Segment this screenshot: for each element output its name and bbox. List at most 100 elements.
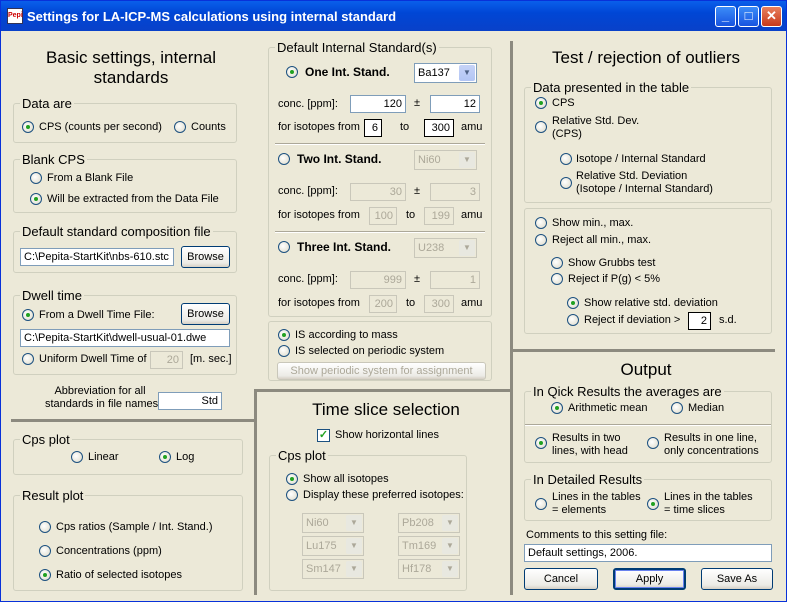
window-title: Settings for LA-ICP-MS calculations usin…	[27, 9, 397, 24]
chevron-down-icon[interactable]: ▼	[346, 561, 362, 577]
detailed-results-group: In Detailed Results Lines in the tables …	[524, 472, 772, 521]
median-label: Median	[688, 402, 725, 414]
iso-is-radio[interactable]	[560, 153, 572, 165]
cps-linear-radio[interactable]	[71, 451, 83, 463]
std-file-browse-button[interactable]: Browse	[181, 246, 230, 268]
one-from-input[interactable]: 6	[364, 119, 382, 137]
one-element-select[interactable]: Ba137 ▼	[414, 63, 477, 83]
three-conc-label: conc. [ppm]:	[278, 273, 338, 285]
chevron-down-icon[interactable]: ▼	[346, 515, 362, 531]
blank-file-radio[interactable]	[30, 172, 42, 184]
chevron-down-icon[interactable]: ▼	[459, 240, 475, 256]
three-conc-input[interactable]: 999	[350, 271, 406, 289]
is-periodic-radio[interactable]	[278, 345, 290, 357]
dwell-file-label: From a Dwell Time File:	[39, 309, 155, 321]
blank-extracted-radio[interactable]	[30, 193, 42, 205]
chevron-down-icon[interactable]: ▼	[459, 152, 475, 168]
isotope-select[interactable]: Tm169 ▼	[398, 536, 460, 556]
dwell-file-radio[interactable]	[22, 309, 34, 321]
is-mass-radio[interactable]	[278, 329, 290, 341]
three-from-input[interactable]: 200	[369, 295, 397, 313]
display-preferred-radio[interactable]	[286, 489, 298, 501]
minimize-button[interactable]: _	[715, 6, 736, 27]
show-rsd-radio[interactable]	[567, 297, 579, 309]
three-err-input[interactable]: 1	[430, 271, 480, 289]
close-button[interactable]: ✕	[761, 6, 782, 27]
deviation-input[interactable]: 2	[688, 312, 711, 330]
isotope-select[interactable]: Hf178 ▼	[398, 559, 460, 579]
two-lines-radio[interactable]	[535, 437, 547, 449]
std-file-input[interactable]: C:\Pepita-StartKit\nbs-610.stc	[20, 248, 174, 266]
is-mass-label: IS according to mass	[295, 329, 398, 341]
counts-radio[interactable]	[174, 121, 186, 133]
chevron-down-icon[interactable]: ▼	[346, 538, 362, 554]
two-err-input[interactable]: 3	[430, 183, 480, 201]
one-to-input[interactable]: 300	[424, 119, 454, 137]
two-element-select[interactable]: Ni60 ▼	[414, 150, 477, 170]
arithmetic-mean-radio[interactable]	[551, 402, 563, 414]
show-lines-checkbox[interactable]: ✓	[317, 429, 330, 442]
cps-radio[interactable]	[22, 121, 34, 133]
isotope-select[interactable]: Sm147 ▼	[302, 559, 364, 579]
isotope-select[interactable]: Pb208 ▼	[398, 513, 460, 533]
uniform-dwell-radio[interactable]	[22, 353, 34, 365]
grubbs-radio[interactable]	[551, 257, 563, 269]
show-periodic-button[interactable]: Show periodic system for assignment	[277, 362, 486, 380]
two-conc-input[interactable]: 30	[350, 183, 406, 201]
counts-label: Counts	[191, 121, 226, 133]
rsd-iso-radio[interactable]	[560, 177, 572, 189]
cps-plot-group: Cps plot Linear Log	[13, 432, 243, 475]
one-conc-input[interactable]: 120	[350, 95, 406, 113]
three-element-select[interactable]: U238 ▼	[414, 238, 477, 258]
one-err-input[interactable]: 12	[430, 95, 480, 113]
two-to-input[interactable]: 199	[424, 207, 454, 225]
show-minmax-radio[interactable]	[535, 217, 547, 229]
chevron-down-icon[interactable]: ▼	[442, 561, 458, 577]
divider	[275, 143, 485, 145]
chevron-down-icon[interactable]: ▼	[442, 515, 458, 531]
one-line-radio[interactable]	[647, 437, 659, 449]
one-conc-label: conc. [ppm]:	[278, 98, 338, 110]
concentrations-radio[interactable]	[39, 545, 51, 557]
two-from-input[interactable]: 100	[369, 207, 397, 225]
isotope-select[interactable]: Lu175 ▼	[302, 536, 364, 556]
comments-input[interactable]: Default settings, 2006.	[524, 544, 772, 562]
two-int-std-radio[interactable]	[278, 153, 290, 165]
save-as-button[interactable]: Save As	[701, 568, 773, 590]
reject-pg-radio[interactable]	[551, 273, 563, 285]
vertical-separator-right	[510, 41, 513, 595]
two-lines-label: Results in two lines, with head	[552, 432, 628, 457]
cps-log-radio[interactable]	[159, 451, 171, 463]
show-all-isotopes-radio[interactable]	[286, 473, 298, 485]
uniform-dwell-input[interactable]: 20	[150, 351, 183, 369]
title-bar[interactable]: Pepi Settings for LA-ICP-MS calculations…	[1, 1, 786, 31]
three-int-std-label: Three Int. Stand.	[297, 240, 392, 254]
cps-ratios-radio[interactable]	[39, 521, 51, 533]
time-cps-plot-group: Cps plot Show all isotopes Display these…	[269, 448, 467, 591]
dwell-browse-button[interactable]: Browse	[181, 303, 230, 325]
table-rsd-radio[interactable]	[535, 121, 547, 133]
chevron-down-icon[interactable]: ▼	[459, 65, 475, 81]
std-file-legend: Default standard composition file	[20, 224, 213, 239]
three-to-input[interactable]: 300	[424, 295, 454, 313]
maximize-button[interactable]: □	[738, 6, 759, 27]
dwell-file-input[interactable]: C:\Pepita-StartKit\dwell-usual-01.dwe	[20, 329, 230, 347]
cancel-button[interactable]: Cancel	[524, 568, 598, 590]
apply-button[interactable]: Apply	[613, 568, 686, 590]
abbrev-input[interactable]: Std	[158, 392, 222, 410]
detailed-results-legend: In Detailed Results	[531, 472, 645, 487]
one-int-std-radio[interactable]	[286, 66, 298, 78]
sd-unit-label: s.d.	[719, 314, 737, 326]
reject-dev-radio[interactable]	[567, 314, 579, 326]
chevron-down-icon[interactable]: ▼	[442, 538, 458, 554]
lines-time-radio[interactable]	[647, 498, 659, 510]
median-radio[interactable]	[671, 402, 683, 414]
three-int-std-radio[interactable]	[278, 241, 290, 253]
time-slice-heading: Time slice selection	[312, 400, 460, 419]
ratio-selected-radio[interactable]	[39, 569, 51, 581]
cps-log-label: Log	[176, 451, 195, 463]
isotope-select[interactable]: Ni60 ▼	[302, 513, 364, 533]
reject-minmax-radio[interactable]	[535, 234, 547, 246]
table-cps-radio[interactable]	[535, 97, 547, 109]
lines-elements-radio[interactable]	[535, 498, 547, 510]
